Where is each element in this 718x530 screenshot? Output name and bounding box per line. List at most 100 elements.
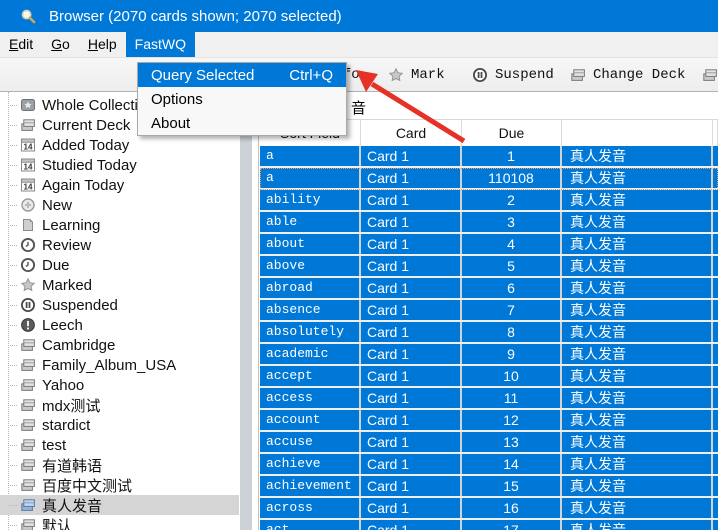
cell-deck[interactable]: 真人发音 (562, 256, 713, 276)
cell-due[interactable]: 6 (462, 278, 562, 298)
cell-sort-field[interactable]: accept (260, 366, 361, 386)
table-row[interactable]: actCard 117真人发音 (260, 520, 718, 530)
cell-sort-field[interactable]: access (260, 388, 361, 408)
table-row[interactable]: abilityCard 12真人发音 (260, 190, 718, 212)
cell-card[interactable]: Card 1 (361, 476, 462, 496)
table-row[interactable]: academicCard 19真人发音 (260, 344, 718, 366)
sidebar-item-review[interactable]: Review (0, 235, 239, 255)
cell-sort-field[interactable]: academic (260, 344, 361, 364)
cell-card[interactable]: Card 1 (361, 410, 462, 430)
cell-card[interactable]: Card 1 (361, 212, 462, 232)
cell-due[interactable]: 4 (462, 234, 562, 254)
sidebar-item-item[interactable]: 默认 (0, 515, 239, 530)
cell-sort-field[interactable]: absence (260, 300, 361, 320)
cell-card[interactable]: Card 1 (361, 278, 462, 298)
table-row[interactable]: aCard 11真人发音 (260, 146, 718, 168)
cell-due[interactable]: 5 (462, 256, 562, 276)
column-header-card[interactable]: Card (361, 120, 462, 146)
cell-card[interactable]: Card 1 (361, 432, 462, 452)
cell-card[interactable]: Card 1 (361, 388, 462, 408)
cell-card[interactable]: Card 1 (361, 322, 462, 342)
cell-due[interactable]: 13 (462, 432, 562, 452)
cell-due[interactable]: 8 (462, 322, 562, 342)
sidebar-item-family-album-usa[interactable]: Family_Album_USA (0, 355, 239, 375)
table-row[interactable]: acceptCard 110真人发音 (260, 366, 718, 388)
cell-due[interactable]: 1 (462, 146, 562, 166)
cell-deck[interactable]: 真人发音 (562, 476, 713, 496)
sidebar-item-mdx[interactable]: mdx测试 (0, 395, 239, 415)
menu-item-edit[interactable]: Edit (0, 32, 42, 57)
table-row[interactable]: acrossCard 116真人发音 (260, 498, 718, 520)
cell-card[interactable]: Card 1 (361, 146, 462, 166)
cell-card[interactable]: Card 1 (361, 300, 462, 320)
sidebar-item-suspended[interactable]: Suspended (0, 295, 239, 315)
cell-sort-field[interactable]: across (260, 498, 361, 518)
toolbar-button-partial[interactable] (702, 58, 718, 91)
cell-card[interactable]: Card 1 (361, 190, 462, 210)
sidebar-item-new[interactable]: New (0, 195, 239, 215)
table-row[interactable]: achieveCard 114真人发音 (260, 454, 718, 476)
cell-deck[interactable]: 真人发音 (562, 498, 713, 518)
sidebar-item-learning[interactable]: Learning (0, 215, 239, 235)
cell-due[interactable]: 17 (462, 520, 562, 530)
cell-due[interactable]: 3 (462, 212, 562, 232)
cell-deck[interactable]: 真人发音 (562, 212, 713, 232)
table-row[interactable]: achievementCard 115真人发音 (260, 476, 718, 498)
cell-deck[interactable]: 真人发音 (562, 234, 713, 254)
table-row[interactable]: abroadCard 16真人发音 (260, 278, 718, 300)
cell-card[interactable]: Card 1 (361, 366, 462, 386)
sidebar-item-stardict[interactable]: stardict (0, 415, 239, 435)
cell-due[interactable]: 9 (462, 344, 562, 364)
cell-due[interactable]: 2 (462, 190, 562, 210)
sidebar-item-studied-today[interactable]: 14Studied Today (0, 155, 239, 175)
cell-sort-field[interactable]: abroad (260, 278, 361, 298)
cell-due[interactable]: 10 (462, 366, 562, 386)
cell-due[interactable]: 15 (462, 476, 562, 496)
cell-deck[interactable]: 真人发音 (562, 190, 713, 210)
sidebar-item-again-today[interactable]: 14Again Today (0, 175, 239, 195)
sidebar-item-item[interactable]: 真人发音 (0, 495, 239, 515)
table-row[interactable]: accountCard 112真人发音 (260, 410, 718, 432)
sidebar-item-test[interactable]: test (0, 435, 239, 455)
cell-sort-field[interactable]: able (260, 212, 361, 232)
cell-sort-field[interactable]: accuse (260, 432, 361, 452)
cell-due[interactable]: 110108 (462, 168, 562, 188)
cell-card[interactable]: Card 1 (361, 256, 462, 276)
fastwq-menu-item-query-selected[interactable]: Query SelectedCtrl+Q (138, 63, 346, 87)
sidebar-item-item[interactable]: 百度中文测试 (0, 475, 239, 495)
table-row[interactable]: ableCard 13真人发音 (260, 212, 718, 234)
cell-deck[interactable]: 真人发音 (562, 322, 713, 342)
cell-due[interactable]: 16 (462, 498, 562, 518)
cell-sort-field[interactable]: above (260, 256, 361, 276)
cell-card[interactable]: Card 1 (361, 454, 462, 474)
cell-card[interactable]: Card 1 (361, 498, 462, 518)
cell-sort-field[interactable]: ability (260, 190, 361, 210)
table-row[interactable]: accessCard 111真人发音 (260, 388, 718, 410)
cell-sort-field[interactable]: a (260, 146, 361, 166)
table-row[interactable]: aCard 1110108真人发音 (260, 168, 718, 190)
cell-deck[interactable]: 真人发音 (562, 388, 713, 408)
toolbar-button-mark[interactable]: Mark (388, 58, 445, 91)
sidebar-item-added-today[interactable]: 14Added Today (0, 135, 239, 155)
cell-deck[interactable]: 真人发音 (562, 344, 713, 364)
sidebar-item-yahoo[interactable]: Yahoo (0, 375, 239, 395)
cell-deck[interactable]: 真人发音 (562, 366, 713, 386)
cell-sort-field[interactable]: about (260, 234, 361, 254)
sidebar-scrollbar[interactable] (240, 92, 252, 530)
table-row[interactable]: aboutCard 14真人发音 (260, 234, 718, 256)
cell-deck[interactable]: 真人发音 (562, 278, 713, 298)
sidebar-item-item[interactable]: 有道韩语 (0, 455, 239, 475)
cell-card[interactable]: Card 1 (361, 234, 462, 254)
cell-due[interactable]: 14 (462, 454, 562, 474)
cell-due[interactable]: 7 (462, 300, 562, 320)
cell-deck[interactable]: 真人发音 (562, 300, 713, 320)
cell-deck[interactable]: 真人发音 (562, 432, 713, 452)
cell-deck[interactable]: 真人发音 (562, 168, 713, 188)
menu-item-fastwq[interactable]: FastWQ (126, 32, 195, 57)
cell-sort-field[interactable]: absolutely (260, 322, 361, 342)
cell-sort-field[interactable]: act (260, 520, 361, 530)
menu-item-help[interactable]: Help (79, 32, 126, 57)
cell-sort-field[interactable]: achieve (260, 454, 361, 474)
sidebar-item-marked[interactable]: Marked (0, 275, 239, 295)
cell-sort-field[interactable]: achievement (260, 476, 361, 496)
